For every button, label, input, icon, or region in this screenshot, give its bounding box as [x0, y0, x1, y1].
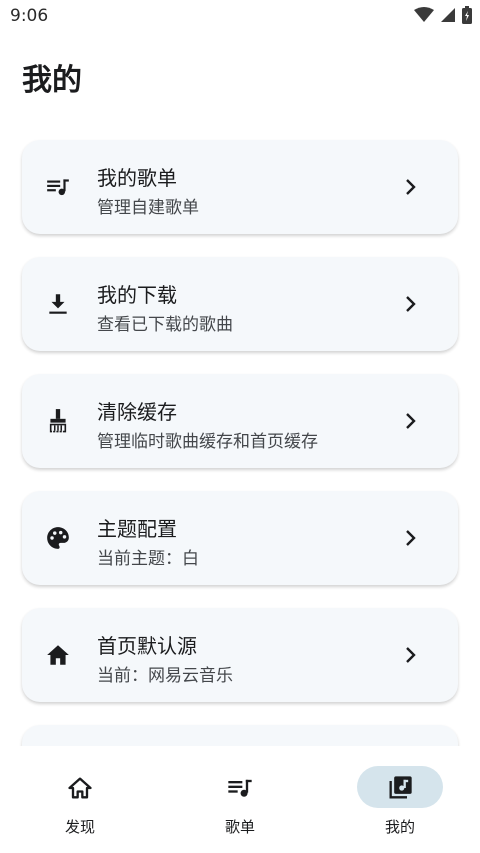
- playlist-icon: [228, 779, 252, 797]
- nav-label: 歌单: [224, 818, 255, 836]
- home-icon: [47, 645, 69, 665]
- menu-item-default-source[interactable]: 首页默认源 当前：网易云音乐: [22, 608, 458, 702]
- signal-icon: [441, 8, 455, 22]
- menu-item-subtitle: 管理自建歌单: [97, 198, 199, 218]
- menu-item-title: 我的歌单: [97, 166, 177, 190]
- battery-icon: [462, 6, 472, 24]
- menu-item-my-playlists[interactable]: 我的歌单 管理自建歌单: [22, 140, 458, 234]
- nav-item-discover[interactable]: 发现: [0, 746, 160, 853]
- bottom-nav: 发现 歌单 我的: [0, 746, 480, 853]
- menu-item-my-downloads[interactable]: 我的下载 查看已下载的歌曲: [22, 257, 458, 351]
- status-icons: [414, 6, 472, 24]
- home-outline-icon: [68, 777, 92, 799]
- menu-item-theme[interactable]: 主题配置 当前主题：白: [22, 491, 458, 585]
- nav-label: 我的: [384, 818, 415, 836]
- wifi-icon: [414, 7, 434, 22]
- playlist-icon: [47, 179, 69, 196]
- menu-item-subtitle: 查看已下载的歌曲: [97, 315, 233, 335]
- chevron-right-icon: [406, 179, 416, 195]
- download-icon: [49, 294, 67, 314]
- menu-item-title: 首页默认源: [97, 634, 197, 658]
- chevron-right-icon: [406, 413, 416, 429]
- menu-item-title: 主题配置: [97, 517, 177, 541]
- menu-item-subtitle: 管理临时歌曲缓存和首页缓存: [97, 432, 318, 452]
- library-music-icon: [389, 776, 412, 799]
- chevron-right-icon: [406, 296, 416, 312]
- nav-item-mine[interactable]: 我的: [320, 746, 480, 853]
- menu-item-title: 我的下载: [97, 283, 177, 307]
- page-title: 我的: [22, 63, 82, 98]
- status-bar: 9:06: [0, 0, 480, 34]
- nav-item-playlists[interactable]: 歌单: [160, 746, 320, 853]
- menu-item-clear-cache[interactable]: 清除缓存 管理临时歌曲缓存和首页缓存: [22, 374, 458, 468]
- broom-icon: [48, 409, 68, 434]
- menu-item-title: 清除缓存: [97, 400, 177, 424]
- chevron-right-icon: [406, 647, 416, 663]
- chevron-right-icon: [406, 530, 416, 546]
- palette-icon: [47, 527, 69, 549]
- menu-item-subtitle: 当前：网易云音乐: [97, 666, 233, 686]
- nav-label: 发现: [64, 818, 95, 836]
- status-time: 9:06: [10, 6, 49, 26]
- menu-item-subtitle: 当前主题：白: [97, 549, 199, 569]
